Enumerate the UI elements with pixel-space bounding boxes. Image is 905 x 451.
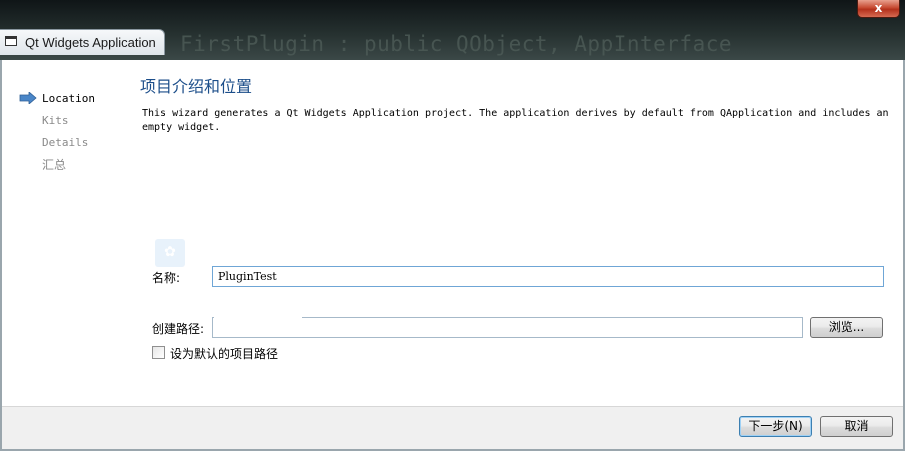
path-label: 创建路径: — [152, 322, 205, 336]
title-bar: FirstPlugin : public QObject, AppInterfa… — [0, 0, 905, 60]
sidebar-step-location: Location — [42, 92, 95, 105]
app-window-icon — [5, 36, 17, 46]
default-path-checkbox[interactable] — [152, 346, 165, 359]
page-title: 项目介绍和位置 — [140, 77, 253, 96]
next-button[interactable]: 下一步(N) — [739, 416, 812, 437]
path-input-highlight — [214, 314, 302, 318]
cancel-button[interactable]: 取消 — [820, 416, 893, 437]
name-label: 名称: — [152, 271, 181, 285]
sidebar-step-summary: 汇总 — [42, 158, 67, 172]
window-title: Qt Widgets Application — [25, 35, 156, 50]
window-title-tab: Qt Widgets Application — [0, 29, 165, 55]
browse-button[interactable]: 浏览... — [810, 317, 883, 338]
current-step-arrow-icon — [19, 92, 37, 104]
close-button[interactable]: x — [857, 0, 900, 18]
page-description: This wizard generates a Qt Widgets Appli… — [142, 108, 889, 133]
sidebar-step-details: Details — [42, 136, 89, 149]
default-path-label: 设为默认的项目路径 — [170, 347, 279, 361]
name-input[interactable]: PluginTest — [212, 266, 884, 287]
background-code-text: FirstPlugin : public QObject, AppInterfa… — [180, 32, 733, 56]
sidebar-step-kits: Kits — [42, 114, 69, 127]
path-input[interactable] — [212, 317, 803, 338]
faint-app-icon: ✿ — [155, 239, 185, 267]
